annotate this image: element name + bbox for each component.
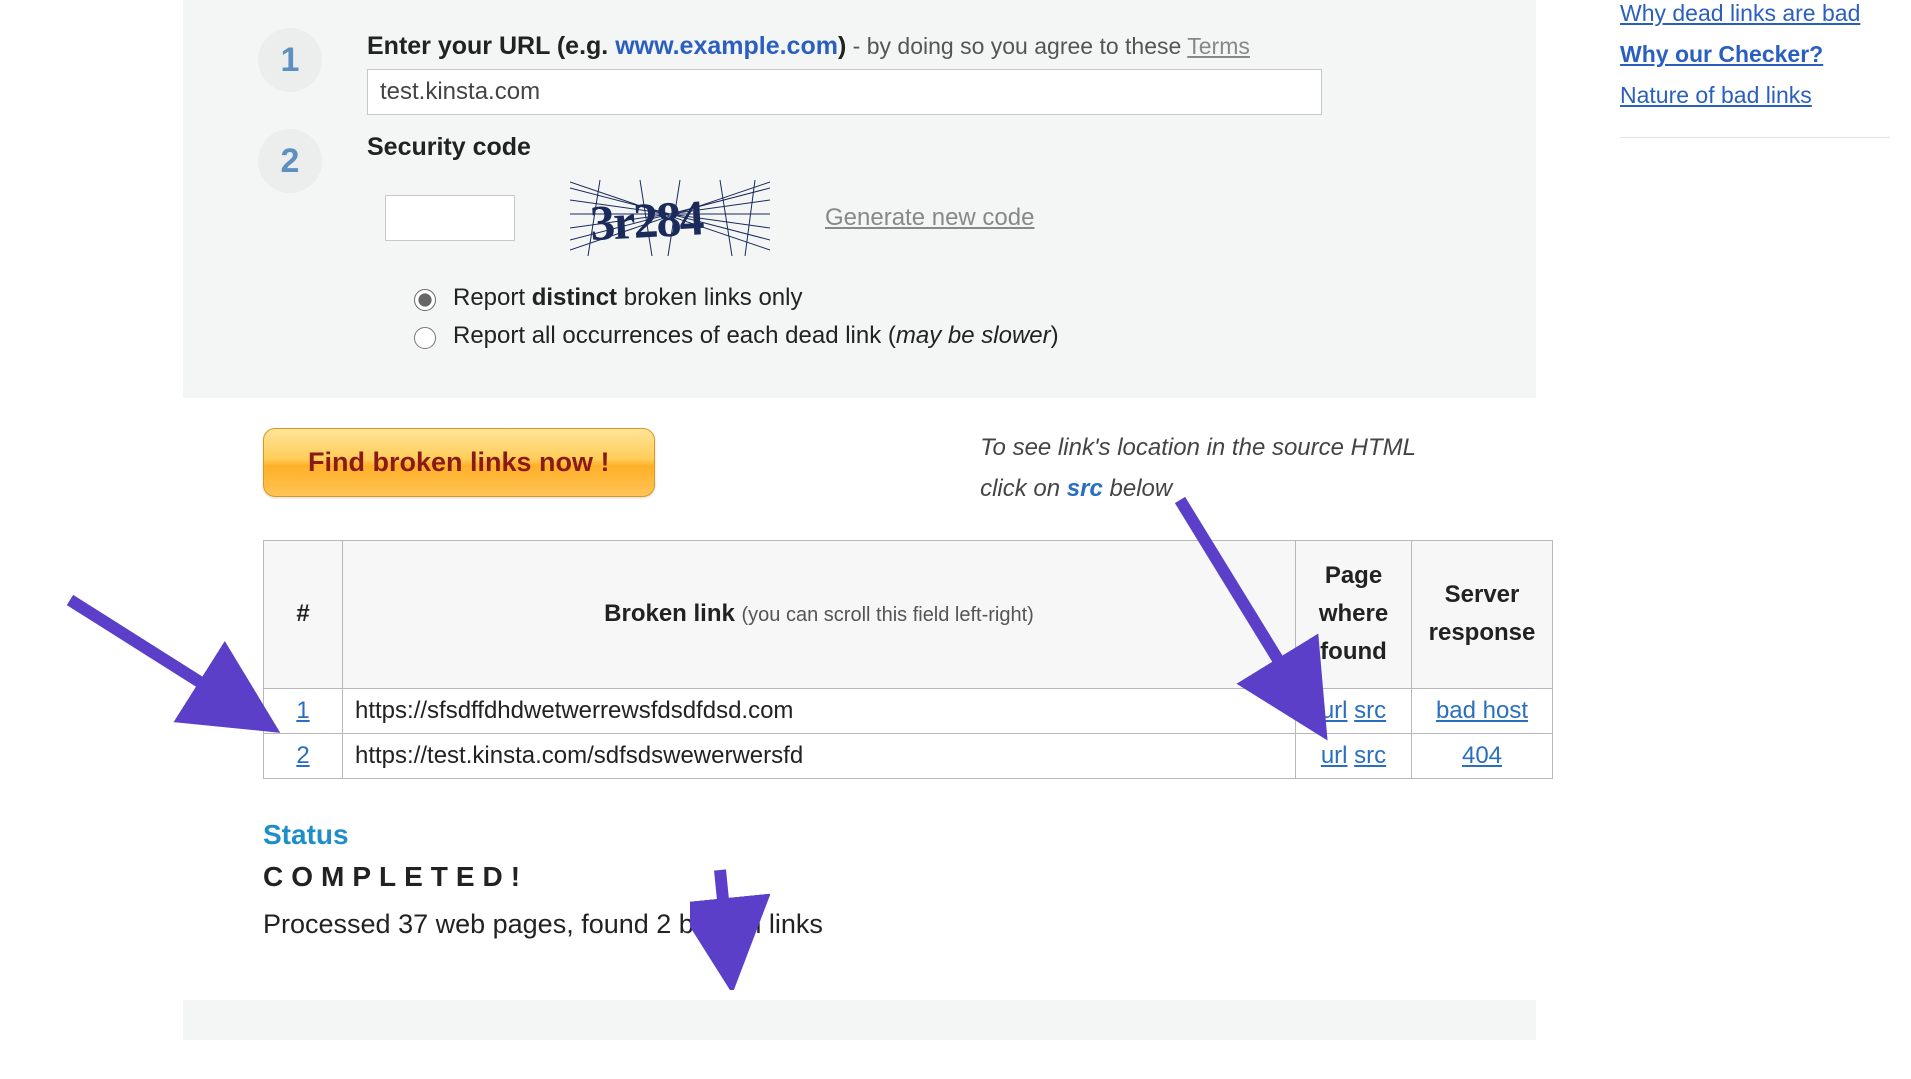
status-label: Status xyxy=(263,819,1456,851)
main-panel: 1 Enter your URL (e.g. www.example.com) … xyxy=(183,0,1536,1040)
radio-all-input[interactable] xyxy=(414,327,436,349)
form-area: 1 Enter your URL (e.g. www.example.com) … xyxy=(183,0,1536,398)
url-link[interactable]: url xyxy=(1321,697,1348,724)
step1-label: Enter your URL (e.g. www.example.com) - … xyxy=(367,32,1476,61)
security-code-input[interactable] xyxy=(385,195,515,241)
row-number-link[interactable]: 2 xyxy=(296,742,309,769)
table-row: 2 https://test.kinsta.com/sdfsdswewerwer… xyxy=(264,733,1553,778)
step-number-1: 1 xyxy=(258,28,322,92)
results-table: # Broken link (you can scroll this field… xyxy=(263,540,1553,779)
radio-distinct-input[interactable] xyxy=(414,289,436,311)
url-link[interactable]: url xyxy=(1321,742,1348,769)
col-num: # xyxy=(264,540,343,688)
radio-all[interactable]: Report all occurrences of each dead link… xyxy=(409,322,1476,350)
generate-code-link[interactable]: Generate new code xyxy=(825,204,1034,232)
src-link[interactable]: src xyxy=(1354,742,1386,769)
svg-text:3r284: 3r284 xyxy=(589,189,706,251)
captcha-image: 3r284 xyxy=(570,180,770,256)
find-broken-links-button[interactable]: Find broken links now ! xyxy=(263,428,655,497)
col-broken-link: Broken link (you can scroll this field l… xyxy=(343,540,1296,688)
status-completed: COMPLETED! xyxy=(263,861,1456,893)
terms-link[interactable]: Terms xyxy=(1187,33,1250,59)
radio-distinct[interactable]: Report distinct broken links only xyxy=(409,284,1476,312)
table-row: 1 https://sfsdffdhdwetwerrewsfdsdfdsd.co… xyxy=(264,688,1553,733)
broken-link-cell: https://sfsdffdhdwetwerrewsfdsdfdsd.com xyxy=(343,688,1296,733)
col-server-response: Server response xyxy=(1412,540,1553,688)
col-page-where-found: Page where found xyxy=(1296,540,1412,688)
sidebar-link-checker[interactable]: Why our Checker? xyxy=(1620,41,1890,68)
hint-text: To see link's location in the source HTM… xyxy=(980,428,1456,510)
src-link[interactable]: src xyxy=(1354,697,1386,724)
step-1: 1 Enter your URL (e.g. www.example.com) … xyxy=(183,32,1536,115)
sidebar: Why dead links are bad Why our Checker? … xyxy=(1620,0,1890,146)
response-link[interactable]: bad host xyxy=(1436,697,1528,724)
sidebar-link-nature[interactable]: Nature of bad links xyxy=(1620,82,1890,109)
step-2: 2 Security code xyxy=(183,133,1536,350)
status-summary: Processed 37 web pages, found 2 broken l… xyxy=(263,909,1456,940)
response-link[interactable]: 404 xyxy=(1462,742,1502,769)
step2-label: Security code xyxy=(367,133,1476,162)
results-area: Find broken links now ! To see link's lo… xyxy=(183,398,1536,1000)
step-number-2: 2 xyxy=(258,129,322,193)
sidebar-link-deadlinks[interactable]: Why dead links are bad xyxy=(1620,0,1890,27)
url-input[interactable] xyxy=(367,69,1322,115)
row-number-link[interactable]: 1 xyxy=(296,697,309,724)
broken-link-cell: https://test.kinsta.com/sdfsdswewerwersf… xyxy=(343,733,1296,778)
sidebar-divider xyxy=(1620,137,1890,138)
